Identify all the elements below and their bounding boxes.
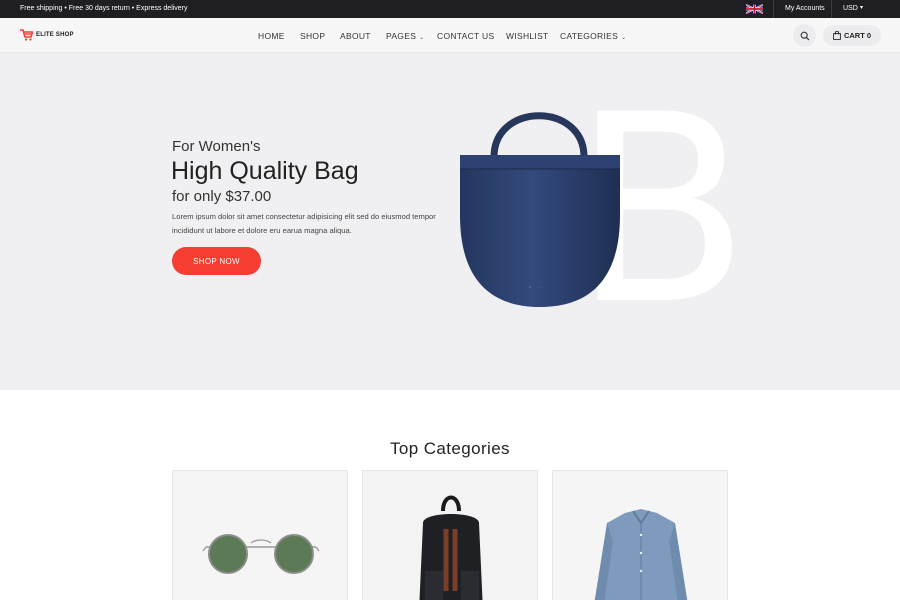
nav-label: HOME (258, 31, 285, 41)
search-button[interactable] (793, 24, 816, 47)
currency-select[interactable]: USD (843, 5, 858, 12)
nav-home[interactable]: HOME (258, 31, 285, 41)
top-bar: Free shipping • Free 30 days return • Ex… (0, 0, 900, 18)
nav-label: PAGES (386, 31, 417, 41)
divider (831, 0, 832, 18)
cart-label: CART 0 (843, 31, 872, 40)
nav-wishlist[interactable]: WISHLIST (506, 31, 549, 41)
logo-text: ELITE SHOP (36, 32, 74, 38)
section-title: Top Categories (390, 439, 510, 458)
hero-description: Lorem ipsum dolor sit amet consectetur a… (172, 212, 436, 235)
nav-contact-us[interactable]: CONTACT US (437, 31, 494, 41)
promo-text: Free shipping • Free 30 days return • Ex… (20, 5, 188, 12)
handbag-image: ··· (460, 112, 620, 307)
nav-label: ABOUT (340, 31, 371, 41)
category-card[interactable] (362, 470, 538, 600)
hero-title: High Quality Bag (171, 157, 359, 185)
nav-label: SHOP (300, 31, 326, 41)
backpack-image (363, 471, 537, 600)
hero-price: for only $37.00 (172, 188, 272, 205)
chevron-down-icon: ⌄ (621, 35, 627, 41)
nav-pages[interactable]: PAGES ⌄ (386, 31, 425, 41)
cart-logo-icon (20, 29, 33, 41)
my-accounts-link[interactable]: My Accounts (785, 5, 825, 12)
nav-label: CATEGORIES (560, 31, 619, 41)
shop-now-button[interactable]: SHOP NOW (172, 247, 261, 275)
sunglasses-image (202, 534, 320, 574)
chevron-down-icon[interactable]: ▾ (860, 4, 863, 11)
nav-label: CONTACT US (437, 31, 495, 41)
nav-about[interactable]: ABOUT (340, 31, 371, 41)
nav-shop[interactable]: SHOP (300, 31, 325, 41)
category-card[interactable] (552, 470, 728, 600)
nav-label: WISHLIST (506, 31, 549, 41)
cart-button[interactable]: CART 0 (823, 25, 881, 46)
denim-shirt-image (594, 509, 688, 600)
chevron-down-icon: ⌄ (419, 35, 425, 41)
nav-categories[interactable]: CATEGORIES ⌄ (560, 31, 626, 41)
uk-flag-icon[interactable] (746, 4, 763, 14)
svg-text:···: ··· (538, 286, 542, 290)
logo[interactable]: ELITE SHOP (20, 29, 74, 41)
shopping-bag-icon (833, 31, 841, 40)
hero-kicker: For Women's (172, 138, 261, 155)
hero-banner: B For Women's High Quality Bag for only … (0, 53, 900, 390)
main-header: ELITE SHOP HOME SHOP ABOUT PAGES ⌄ CONTAC… (0, 18, 900, 53)
divider (773, 0, 774, 18)
search-icon (800, 31, 809, 40)
category-card[interactable] (172, 470, 348, 600)
